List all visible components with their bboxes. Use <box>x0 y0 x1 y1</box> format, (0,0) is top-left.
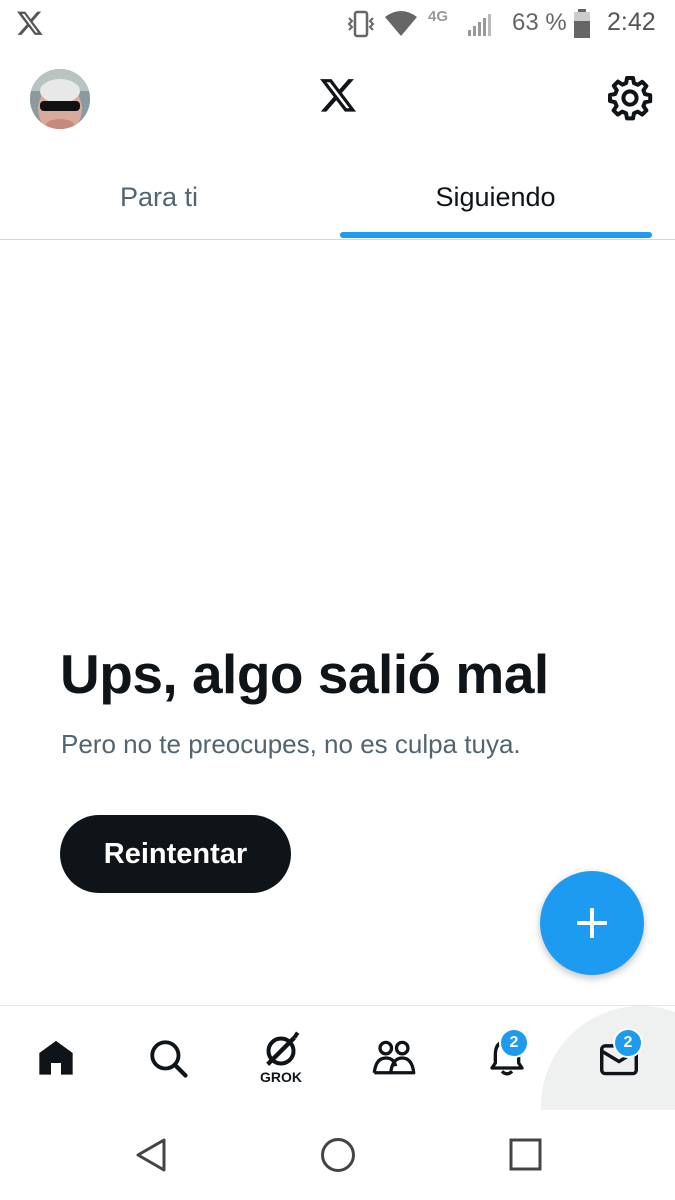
avatar-photo <box>30 69 90 129</box>
messages-badge: 2 <box>613 1028 643 1058</box>
error-title: Ups, algo salió mal <box>60 643 549 705</box>
avatar[interactable] <box>30 69 90 129</box>
x-logo[interactable] <box>318 78 358 116</box>
status-time: 2:42 <box>607 8 656 36</box>
tab-for-you-label: Para ti <box>119 181 199 212</box>
back-icon[interactable] <box>134 1137 168 1173</box>
x-app-status-icon <box>17 11 43 35</box>
grok-icon <box>266 1031 300 1066</box>
home-circle-icon[interactable] <box>320 1137 356 1173</box>
active-tab-indicator <box>340 232 652 238</box>
error-message: Pero no te preocupes, no es culpa tuya. <box>61 729 521 759</box>
notifications-badge: 2 <box>499 1028 529 1058</box>
gear-icon[interactable] <box>606 74 654 122</box>
battery-icon <box>574 9 590 38</box>
compose-button[interactable] <box>540 871 644 975</box>
retry-button[interactable]: Reintentar <box>60 815 291 893</box>
home-icon <box>39 1040 73 1075</box>
battery-percent: 63 % <box>512 9 567 36</box>
network-type-label: 4G <box>428 8 449 25</box>
tab-following-label: Siguiendo <box>435 181 556 212</box>
search-icon <box>150 1040 188 1078</box>
wifi-icon <box>385 11 417 36</box>
nav-notifications[interactable]: 2 <box>462 1018 552 1098</box>
nav-home[interactable] <box>11 1018 101 1098</box>
grok-label: GROK <box>260 1069 302 1085</box>
tabs-divider <box>0 239 675 240</box>
tab-following[interactable]: Siguiendo <box>338 164 653 230</box>
nav-grok[interactable]: GROK <box>236 1018 326 1098</box>
tab-for-you[interactable]: Para ti <box>0 164 318 230</box>
recent-apps-icon[interactable] <box>509 1138 543 1172</box>
status-bar: 4G 63 % 2:42 <box>0 0 675 50</box>
system-nav-bar <box>0 1110 675 1200</box>
vibrate-icon <box>347 10 375 38</box>
plus-icon <box>577 908 607 938</box>
signal-icon <box>468 14 491 36</box>
nav-messages[interactable]: 2 <box>574 1018 664 1098</box>
communities-icon <box>372 1040 416 1075</box>
nav-search[interactable] <box>123 1018 213 1098</box>
nav-communities[interactable] <box>349 1018 439 1098</box>
bottom-nav-divider <box>0 1005 675 1006</box>
